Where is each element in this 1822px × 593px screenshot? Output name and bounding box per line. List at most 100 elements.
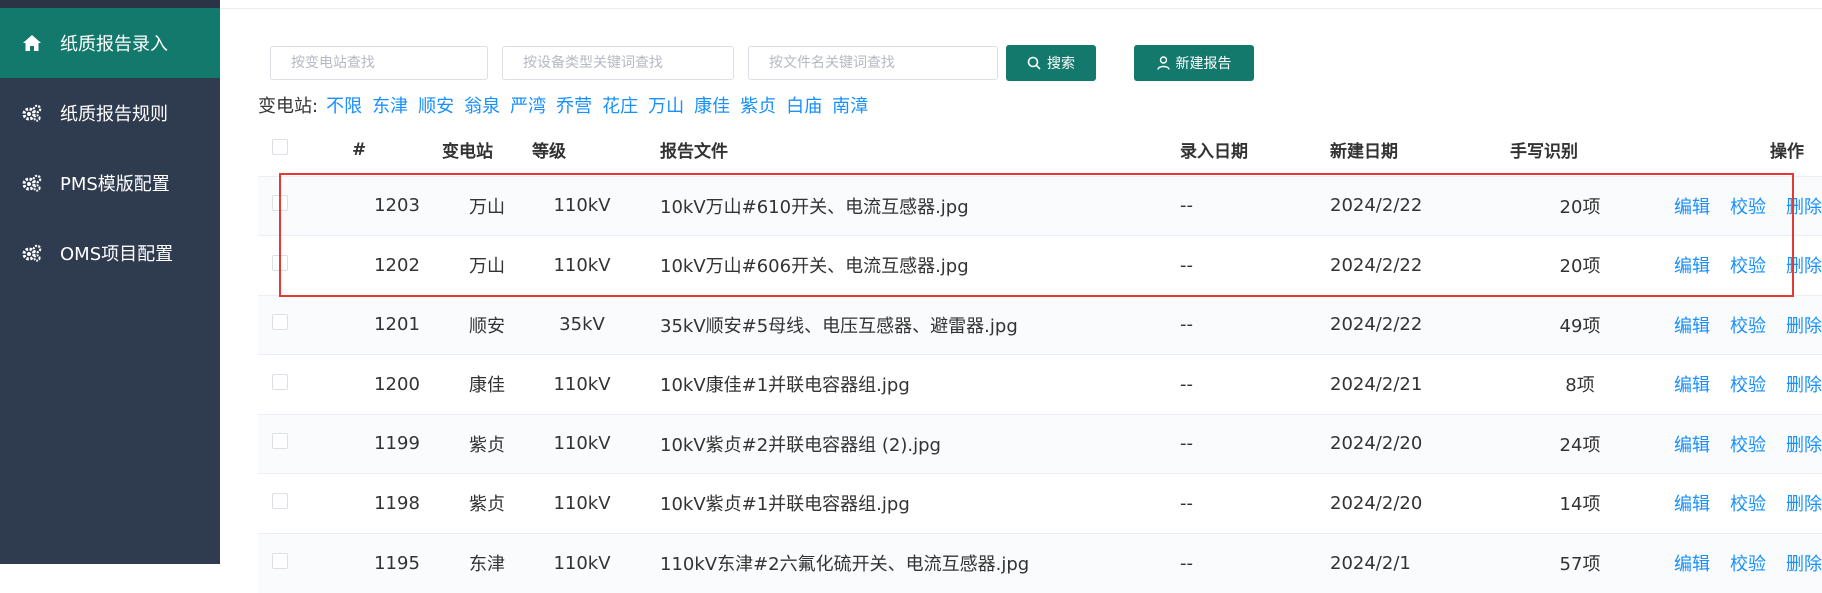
header-created-date: 新建日期	[1330, 142, 1398, 163]
cell-actions: 编辑 校验 删除	[1650, 414, 1822, 474]
cell-actions: 编辑 校验 删除	[1650, 355, 1822, 415]
row-select-cell	[258, 533, 352, 593]
search-icon	[1027, 56, 1041, 70]
station-filter-option[interactable]: 花庄	[602, 92, 638, 118]
station-filter-option[interactable]: 翁泉	[464, 92, 500, 118]
table-row: 1200 康佳 110kV 10kV康佳#1并联电容器组.jpg -- 2024/2/21…	[258, 354, 1822, 415]
station-filter-option[interactable]: 东津	[372, 92, 408, 118]
delete-link[interactable]: 删除	[1786, 375, 1822, 396]
verify-link[interactable]: 校验	[1730, 435, 1766, 456]
verify-link[interactable]: 校验	[1730, 197, 1766, 218]
cell-report-file: 10kV紫贞#1并联电容器组.jpg	[660, 494, 910, 516]
verify-link[interactable]: 校验	[1730, 375, 1766, 396]
top-divider	[220, 8, 1822, 9]
delete-link[interactable]: 删除	[1786, 256, 1822, 277]
delete-link[interactable]: 删除	[1786, 435, 1822, 456]
row-select-cell	[258, 295, 352, 355]
edit-link[interactable]: 编辑	[1674, 316, 1710, 337]
table-header-row: # 变电站 等级 报告文件 录入日期 新建日期 手写识别 操作	[258, 124, 1822, 176]
cell-handwriting-count: 49项	[1559, 315, 1601, 337]
cell-report-file: 35kV顺安#5母线、电压互感器、避雷器.jpg	[660, 315, 1018, 337]
header-station: 变电站	[442, 142, 493, 163]
cell-entry-date: --	[1180, 373, 1193, 395]
verify-link[interactable]: 校验	[1730, 316, 1766, 337]
station-filter-option[interactable]: 不限	[326, 92, 362, 118]
row-checkbox[interactable]	[272, 552, 288, 569]
station-filter-option[interactable]: 顺安	[418, 92, 454, 118]
verify-link[interactable]: 校验	[1730, 494, 1766, 515]
edit-link[interactable]: 编辑	[1674, 256, 1710, 277]
edit-link[interactable]: 编辑	[1674, 375, 1710, 396]
station-filter-option[interactable]: 乔营	[556, 92, 592, 118]
delete-link[interactable]: 删除	[1786, 316, 1822, 337]
cell-actions: 编辑 校验 删除	[1650, 176, 1822, 236]
edit-link[interactable]: 编辑	[1674, 554, 1710, 575]
station-filter-option[interactable]: 南漳	[832, 92, 868, 118]
header-id: #	[352, 139, 367, 160]
station-filter-option[interactable]: 万山	[648, 92, 684, 118]
cell-station: 紫贞	[469, 434, 505, 456]
filename-search-input[interactable]	[748, 46, 998, 80]
sidebar-item-label: OMS项目配置	[60, 244, 174, 265]
station-filter-option[interactable]: 白庙	[786, 92, 822, 118]
row-select-cell	[258, 176, 352, 236]
edit-link[interactable]: 编辑	[1674, 494, 1710, 515]
search-button[interactable]: 搜索	[1006, 45, 1096, 81]
cell-id: 1195	[374, 552, 420, 574]
table-row: 1198 紫贞 110kV 10kV紫贞#1并联电容器组.jpg -- 2024/2/20…	[258, 473, 1822, 534]
station-search-input[interactable]	[270, 46, 488, 80]
delete-link[interactable]: 删除	[1786, 197, 1822, 218]
cell-created-date: 2024/2/20	[1330, 492, 1423, 514]
row-checkbox[interactable]	[272, 492, 288, 509]
row-checkbox[interactable]	[272, 254, 288, 271]
header-report-file: 报告文件	[660, 142, 728, 163]
table-row: 1201 顺安 35kV 35kV顺安#5母线、电压互感器、避雷器.jpg -- 2024…	[258, 295, 1822, 355]
row-checkbox[interactable]	[272, 433, 288, 450]
new-report-button-label: 新建报告	[1175, 56, 1232, 72]
header-handwriting: 手写识别	[1510, 142, 1578, 163]
main-content: 搜索 新建报告 变电站: 不限 东津 顺安 翁泉 严湾 乔营 花庄 万山 康佳 …	[220, 0, 1822, 593]
edit-link[interactable]: 编辑	[1674, 197, 1710, 218]
delete-link[interactable]: 删除	[1786, 494, 1822, 515]
sidebar-item-label: PMS模版配置	[60, 174, 170, 195]
sidebar-item-pms-template-config[interactable]: PMS模版配置	[0, 148, 220, 218]
station-filter-option[interactable]: 严湾	[510, 92, 546, 118]
station-filter-option[interactable]: 紫贞	[740, 92, 776, 118]
table-row: 1199 紫贞 110kV 10kV紫贞#2并联电容器组 (2).jpg -- 2024/…	[258, 414, 1822, 474]
cell-level: 110kV	[553, 373, 611, 395]
cell-report-file: 10kV紫贞#2并联电容器组 (2).jpg	[660, 434, 941, 456]
sidebar-item-paper-report-entry[interactable]: 纸质报告录入	[0, 8, 220, 78]
verify-link[interactable]: 校验	[1730, 256, 1766, 277]
cell-actions: 编辑 校验 删除	[1650, 474, 1822, 534]
gears-icon	[22, 173, 42, 193]
cell-handwriting-count: 20项	[1559, 256, 1601, 278]
row-select-cell	[258, 355, 352, 415]
cell-handwriting-count: 20项	[1559, 196, 1601, 218]
row-checkbox[interactable]	[272, 314, 288, 331]
device-type-search-input[interactable]	[502, 46, 734, 80]
select-all-checkbox[interactable]	[272, 139, 288, 156]
edit-link[interactable]: 编辑	[1674, 435, 1710, 456]
gears-icon	[22, 103, 42, 123]
cell-handwriting-count: 24项	[1559, 434, 1601, 456]
sidebar-item-label: 纸质报告录入	[60, 34, 168, 55]
cell-station: 顺安	[469, 315, 505, 337]
sidebar: 纸质报告录入 纸质报告规则 PMS模版配置 OMS项目配置	[0, 0, 220, 564]
cell-report-file: 110kV东津#2六氟化硫开关、电流互感器.jpg	[660, 554, 1030, 575]
cell-report-file: 10kV万山#606开关、电流互感器.jpg	[660, 256, 969, 278]
delete-link[interactable]: 删除	[1786, 554, 1822, 575]
search-button-label: 搜索	[1047, 56, 1075, 72]
home-icon	[22, 33, 42, 53]
new-report-button[interactable]: 新建报告	[1134, 45, 1254, 81]
cell-station: 康佳	[469, 375, 505, 397]
row-checkbox[interactable]	[272, 195, 288, 212]
sidebar-item-paper-report-rules[interactable]: 纸质报告规则	[0, 78, 220, 148]
row-checkbox[interactable]	[272, 373, 288, 390]
verify-link[interactable]: 校验	[1730, 554, 1766, 575]
sidebar-item-oms-project-config[interactable]: OMS项目配置	[0, 218, 220, 288]
select-all-cell	[258, 124, 352, 176]
sidebar-item-label: 纸质报告规则	[60, 104, 168, 125]
station-filter-option[interactable]: 康佳	[694, 92, 730, 118]
header-entry-date: 录入日期	[1180, 142, 1248, 163]
header-level: 等级	[532, 142, 566, 163]
